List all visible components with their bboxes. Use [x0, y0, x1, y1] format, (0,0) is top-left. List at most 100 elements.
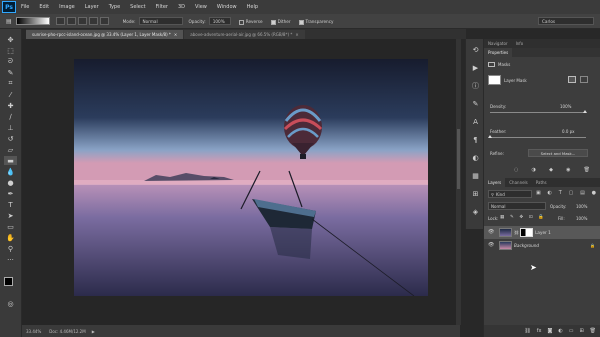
zoom-level[interactable]: 33.44%: [26, 329, 41, 334]
workspace-select[interactable]: Carlos: [538, 17, 594, 25]
dodge-tool-icon[interactable]: ●: [4, 178, 17, 187]
lock-artboard-icon[interactable]: ⊡: [529, 215, 533, 221]
angle-gradient-icon[interactable]: [77, 17, 87, 25]
layer-filter-select[interactable]: ⚲ Kind: [488, 190, 532, 198]
layer-mask-thumbnail[interactable]: [488, 75, 501, 85]
layer-row-background[interactable]: 👁 Background 🔒: [484, 239, 600, 252]
marquee-tool-icon[interactable]: ⬚: [4, 46, 17, 55]
type-tool-icon[interactable]: T: [4, 200, 17, 209]
eye-icon[interactable]: 👁: [488, 230, 495, 235]
canvas-scrollbar[interactable]: [456, 39, 461, 325]
tab-document-2[interactable]: above-adventure-aerial-air.jpg @ 66.5% (…: [184, 30, 305, 39]
transparency-checkbox[interactable]: [298, 19, 304, 25]
dither-checkbox[interactable]: [270, 19, 276, 25]
move-tool-icon[interactable]: ✥: [4, 35, 17, 44]
link-layers-icon[interactable]: ⛓: [524, 328, 530, 334]
more-tools-icon[interactable]: ···: [4, 255, 17, 264]
select-and-mask-button[interactable]: Select and Mask...: [528, 149, 588, 157]
pen-tool-icon[interactable]: ✒: [4, 189, 17, 198]
crop-tool-icon[interactable]: ⌗: [4, 79, 17, 88]
feather-value[interactable]: 0.0 px: [562, 129, 575, 134]
lock-transparent-icon[interactable]: ▦: [500, 215, 504, 221]
tab-info[interactable]: Info: [512, 39, 528, 48]
clone-stamp-tool-icon[interactable]: ⊥: [4, 123, 17, 132]
feather-slider[interactable]: [490, 137, 586, 138]
eyedropper-tool-icon[interactable]: ⁄: [4, 90, 17, 99]
diamond-gradient-icon[interactable]: [99, 17, 109, 25]
linear-gradient-icon[interactable]: [55, 17, 65, 25]
fx-icon[interactable]: fx: [537, 328, 542, 334]
glyphs-icon[interactable]: ⊞: [469, 189, 482, 198]
healing-tool-icon[interactable]: ✚: [4, 101, 17, 110]
apply-mask-icon[interactable]: ◆: [549, 167, 553, 175]
select-pixel-mask-icon[interactable]: [568, 76, 576, 83]
lock-position-icon[interactable]: ✥: [519, 215, 523, 221]
close-icon[interactable]: ×: [295, 32, 298, 37]
lock-all-icon[interactable]: 🔒: [538, 215, 544, 221]
mode-select[interactable]: Normal: [138, 17, 183, 25]
filter-toggle-icon[interactable]: ●: [592, 190, 596, 198]
brush-tool-icon[interactable]: ∕: [4, 112, 17, 121]
smart-object-filter-icon[interactable]: ▤: [580, 190, 585, 198]
quick-select-tool-icon[interactable]: ✎: [4, 68, 17, 77]
menu-select[interactable]: Select: [125, 4, 150, 10]
blend-mode-select[interactable]: Normal: [488, 202, 546, 210]
libraries-icon[interactable]: ◈: [469, 207, 482, 216]
menu-edit[interactable]: Edit: [34, 4, 54, 10]
foreground-color-swatch[interactable]: [4, 277, 13, 286]
gradient-picker[interactable]: [15, 17, 50, 25]
pixel-filter-icon[interactable]: ▣: [536, 190, 541, 198]
density-value[interactable]: 100%: [560, 104, 571, 109]
layer-name[interactable]: Background: [514, 243, 539, 248]
paragraph-icon[interactable]: ¶: [469, 135, 482, 144]
eye-icon[interactable]: 👁: [488, 243, 495, 248]
menu-help[interactable]: Help: [242, 4, 263, 10]
tab-channels[interactable]: Channels: [505, 178, 532, 187]
layer-name[interactable]: Layer 1: [535, 230, 551, 235]
eraser-tool-icon[interactable]: ▱: [4, 145, 17, 154]
density-slider-knob[interactable]: [583, 110, 587, 113]
layer-opacity-value[interactable]: 100%: [576, 204, 587, 209]
styles-icon[interactable]: ◐: [469, 153, 482, 162]
menu-type[interactable]: Type: [104, 4, 125, 10]
tab-document-1[interactable]: sunrise-pho-rpcc-island-ocean.jpg @ 33.4…: [26, 30, 184, 39]
delete-layer-icon[interactable]: 🗑: [590, 328, 596, 334]
menu-filter[interactable]: Filter: [151, 4, 173, 10]
arrow-right-icon[interactable]: ▶: [92, 329, 95, 334]
feather-slider-knob[interactable]: [488, 135, 492, 138]
radial-gradient-icon[interactable]: [66, 17, 76, 25]
document-image[interactable]: [74, 59, 428, 296]
history-brush-tool-icon[interactable]: ↺: [4, 134, 17, 143]
add-mask-icon[interactable]: ◙: [547, 328, 552, 334]
tab-properties[interactable]: Properties: [484, 48, 513, 57]
menu-view[interactable]: View: [190, 4, 212, 10]
tab-paths[interactable]: Paths: [532, 178, 551, 187]
character-icon[interactable]: A: [469, 117, 482, 126]
adjustment-layer-icon[interactable]: ◐: [558, 328, 562, 334]
tab-navigator[interactable]: Navigator: [484, 39, 512, 48]
density-slider[interactable]: [490, 112, 586, 113]
path-select-tool-icon[interactable]: ➤: [4, 211, 17, 220]
new-layer-icon[interactable]: ⊞: [579, 328, 583, 334]
trash-icon[interactable]: 🗑: [584, 167, 590, 175]
type-filter-icon[interactable]: T: [559, 190, 562, 198]
visibility-icon[interactable]: ◉: [566, 167, 570, 175]
load-selection-icon[interactable]: ◌: [514, 167, 518, 175]
shape-tool-icon[interactable]: ▭: [4, 222, 17, 231]
new-group-icon[interactable]: ▭: [569, 328, 574, 334]
menu-3d[interactable]: 3D: [173, 4, 190, 10]
quick-mask-icon[interactable]: ◎: [4, 299, 17, 308]
scrollbar-thumb[interactable]: [457, 129, 460, 189]
shape-filter-icon[interactable]: ▢: [569, 190, 574, 198]
menu-image[interactable]: Image: [54, 4, 80, 10]
blur-tool-icon[interactable]: 💧: [4, 167, 17, 176]
brush-settings-icon[interactable]: ✎: [469, 99, 482, 108]
swatches-icon[interactable]: ▦: [469, 171, 482, 180]
history-icon[interactable]: ⟲: [469, 45, 482, 54]
layer-mask-thumbnail[interactable]: [520, 228, 534, 237]
lasso-tool-icon[interactable]: ᘐ: [4, 57, 17, 66]
tab-layers[interactable]: Layers: [484, 178, 506, 187]
layer-row-layer-1[interactable]: 👁 ⛓ Layer 1: [484, 226, 600, 239]
reverse-checkbox[interactable]: [238, 19, 244, 25]
fill-value[interactable]: 100%: [576, 216, 587, 221]
